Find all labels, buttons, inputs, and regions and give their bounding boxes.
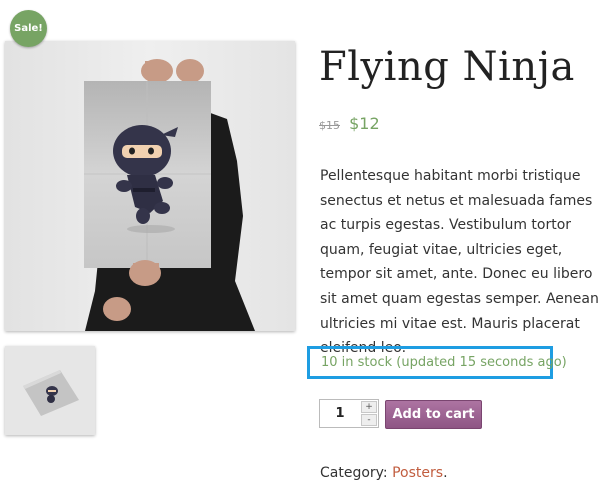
category-link-posters[interactable]: Posters bbox=[392, 465, 443, 481]
sale-badge: Sale! bbox=[10, 10, 47, 47]
product-photo bbox=[5, 41, 295, 331]
quantity-increase-button[interactable]: + bbox=[361, 401, 377, 413]
old-price: $15 bbox=[319, 119, 340, 132]
stock-highlight: 10 in stock (updated 15 seconds ago) bbox=[307, 346, 567, 379]
quantity-decrease-button[interactable]: - bbox=[361, 414, 377, 426]
product-description: Pellentesque habitant morbi tristique se… bbox=[320, 168, 599, 357]
category-label: Category: bbox=[320, 465, 393, 481]
product-thumbnail[interactable] bbox=[5, 346, 95, 435]
product-main-image[interactable] bbox=[5, 41, 295, 331]
product-category: Category: Posters. bbox=[320, 465, 448, 481]
add-to-cart-button[interactable]: Add to cart bbox=[385, 400, 482, 429]
product-price: $15 $12 bbox=[319, 114, 380, 133]
stock-status: 10 in stock (updated 15 seconds ago) bbox=[321, 355, 567, 370]
category-suffix: . bbox=[443, 465, 448, 481]
product-title: Flying Ninja bbox=[319, 44, 575, 90]
sale-price: $12 bbox=[349, 114, 380, 133]
quantity-input[interactable] bbox=[320, 400, 360, 427]
thumbnail-photo bbox=[5, 346, 95, 435]
quantity-stepper: + - bbox=[319, 399, 379, 428]
